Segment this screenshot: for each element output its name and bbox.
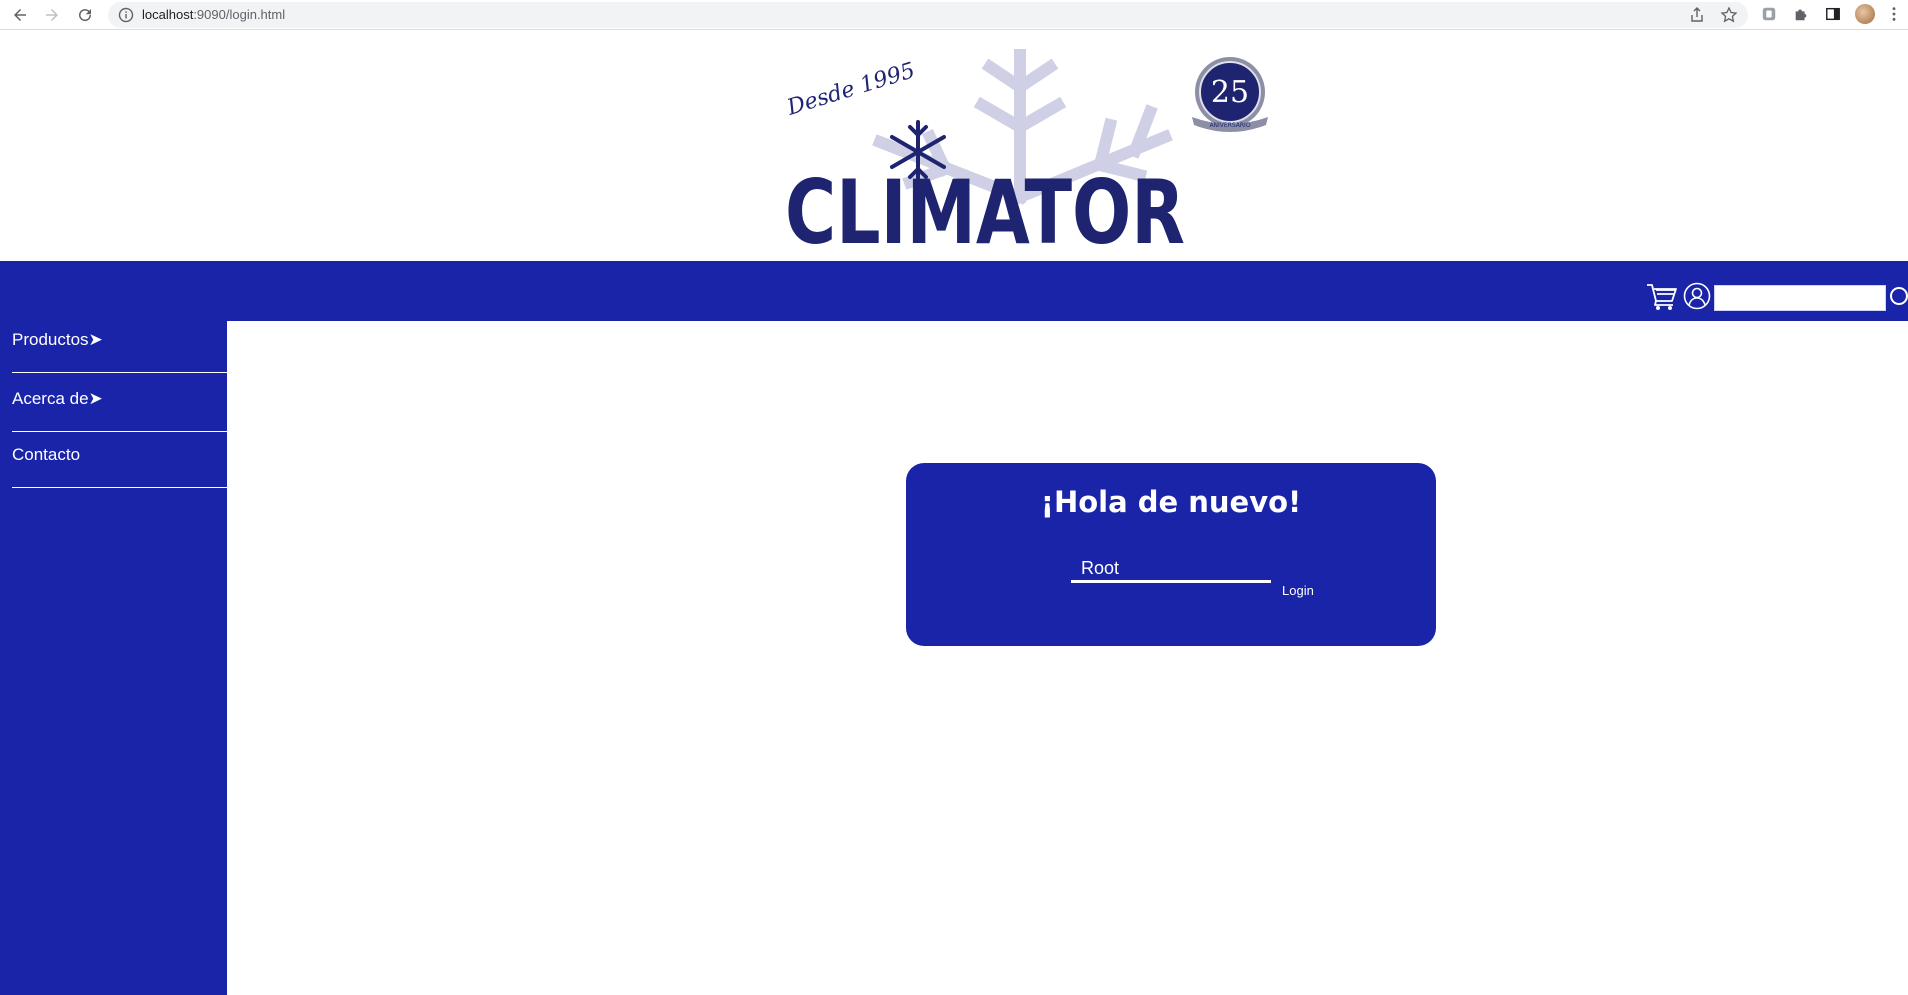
puzzle-icon[interactable] <box>1790 3 1812 25</box>
user-account-icon[interactable] <box>1683 282 1711 310</box>
site-header: Desde 1995 CLIMATOR 25 ANIVERSARIO <box>0 31 1908 261</box>
login-button[interactable]: Login <box>1282 583 1314 598</box>
url-text: localhost:9090/login.html <box>142 7 285 22</box>
share-icon[interactable] <box>1688 6 1706 24</box>
logo-tagline: Desde 1995 <box>783 58 918 121</box>
search-icon[interactable] <box>1888 284 1908 310</box>
back-icon[interactable] <box>8 3 32 27</box>
sidebar-item-acerca-de[interactable]: Acerca de➤ <box>12 389 227 432</box>
profile-avatar[interactable] <box>1854 3 1876 25</box>
site-info-icon[interactable] <box>118 7 134 23</box>
url-path: /login.html <box>225 7 286 22</box>
sidebar-item-contacto[interactable]: Contacto <box>12 445 227 488</box>
anniversary-number: 25 <box>1211 75 1249 110</box>
sidebar-item-label: Acerca de➤ <box>12 389 103 408</box>
climator-logo[interactable]: Desde 1995 CLIMATOR 25 ANIVERSARIO <box>770 47 1290 257</box>
search-input[interactable] <box>1714 285 1886 311</box>
username-input[interactable] <box>1071 557 1271 583</box>
cart-icon[interactable] <box>1646 281 1678 311</box>
sidebar: Productos➤ Acerca de➤ Contacto <box>0 321 227 995</box>
forward-icon[interactable] <box>40 3 64 27</box>
reload-icon[interactable] <box>73 3 97 27</box>
sidebar-item-label: Contacto <box>12 445 81 464</box>
side-panel-icon[interactable] <box>1822 3 1844 25</box>
address-bar[interactable]: localhost:9090/login.html <box>108 2 1748 28</box>
extension-icon[interactable] <box>1758 3 1780 25</box>
anniversary-badge: 25 ANIVERSARIO <box>1192 57 1268 132</box>
anniversary-text: ANIVERSARIO <box>1209 122 1250 129</box>
top-nav-bar <box>0 261 1908 321</box>
url-port: :9090 <box>193 7 226 22</box>
url-host: localhost <box>142 7 194 22</box>
sidebar-item-productos[interactable]: Productos➤ <box>12 330 227 373</box>
login-card: ¡Hola de nuevo! Login <box>906 463 1436 646</box>
bookmark-star-icon[interactable] <box>1720 6 1738 24</box>
login-title: ¡Hola de nuevo! <box>1040 485 1302 519</box>
sidebar-item-label: Productos➤ <box>12 330 103 349</box>
menu-dots-icon[interactable] <box>1884 3 1904 25</box>
logo-brand: CLIMATOR <box>785 161 1185 257</box>
browser-toolbar: localhost:9090/login.html <box>0 0 1908 30</box>
